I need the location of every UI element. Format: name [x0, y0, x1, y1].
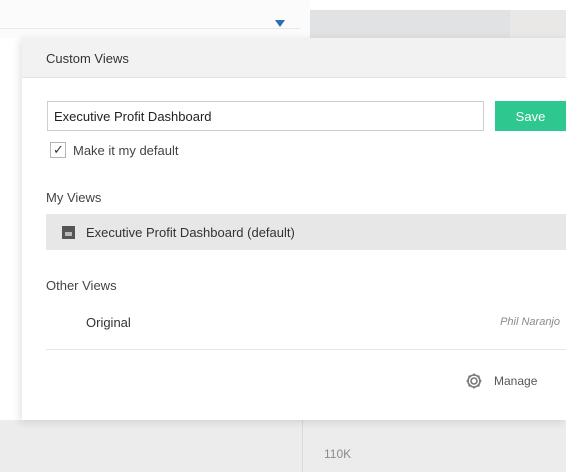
dropdown-caret-icon[interactable]: [275, 20, 285, 27]
custom-views-dialog: Custom Views Save ✓ Make it my default M…: [22, 38, 566, 420]
footer-divider: [302, 420, 303, 472]
other-views-heading: Other Views: [46, 278, 117, 293]
toolbar-divider: [0, 28, 300, 29]
checkmark-icon: ✓: [53, 142, 64, 157]
save-button[interactable]: Save: [495, 101, 566, 131]
other-view-item[interactable]: Original Phil Naranjo: [46, 308, 566, 338]
dashboard-footer-area: [0, 420, 566, 472]
my-view-label: Executive Profit Dashboard (default): [86, 225, 295, 240]
axis-tick-label: 110K: [324, 447, 352, 461]
view-name-input[interactable]: [47, 101, 484, 131]
manage-label: Manage: [494, 374, 538, 388]
make-default-checkbox[interactable]: ✓: [50, 142, 66, 158]
dialog-header: Custom Views: [22, 38, 566, 78]
dashboard-header-area-end: [510, 10, 566, 38]
make-default-label: Make it my default: [73, 143, 179, 158]
my-view-item[interactable]: Executive Profit Dashboard (default): [46, 214, 566, 250]
other-view-owner: Phil Naranjo: [500, 316, 560, 328]
dashboard-toolbar-area: [0, 0, 310, 38]
other-view-name: Original: [86, 315, 131, 330]
gear-icon: [466, 373, 482, 389]
dialog-divider: [46, 349, 566, 350]
my-views-heading: My Views: [46, 190, 102, 205]
dialog-title: Custom Views: [46, 51, 129, 66]
dashboard-icon: [62, 226, 75, 239]
